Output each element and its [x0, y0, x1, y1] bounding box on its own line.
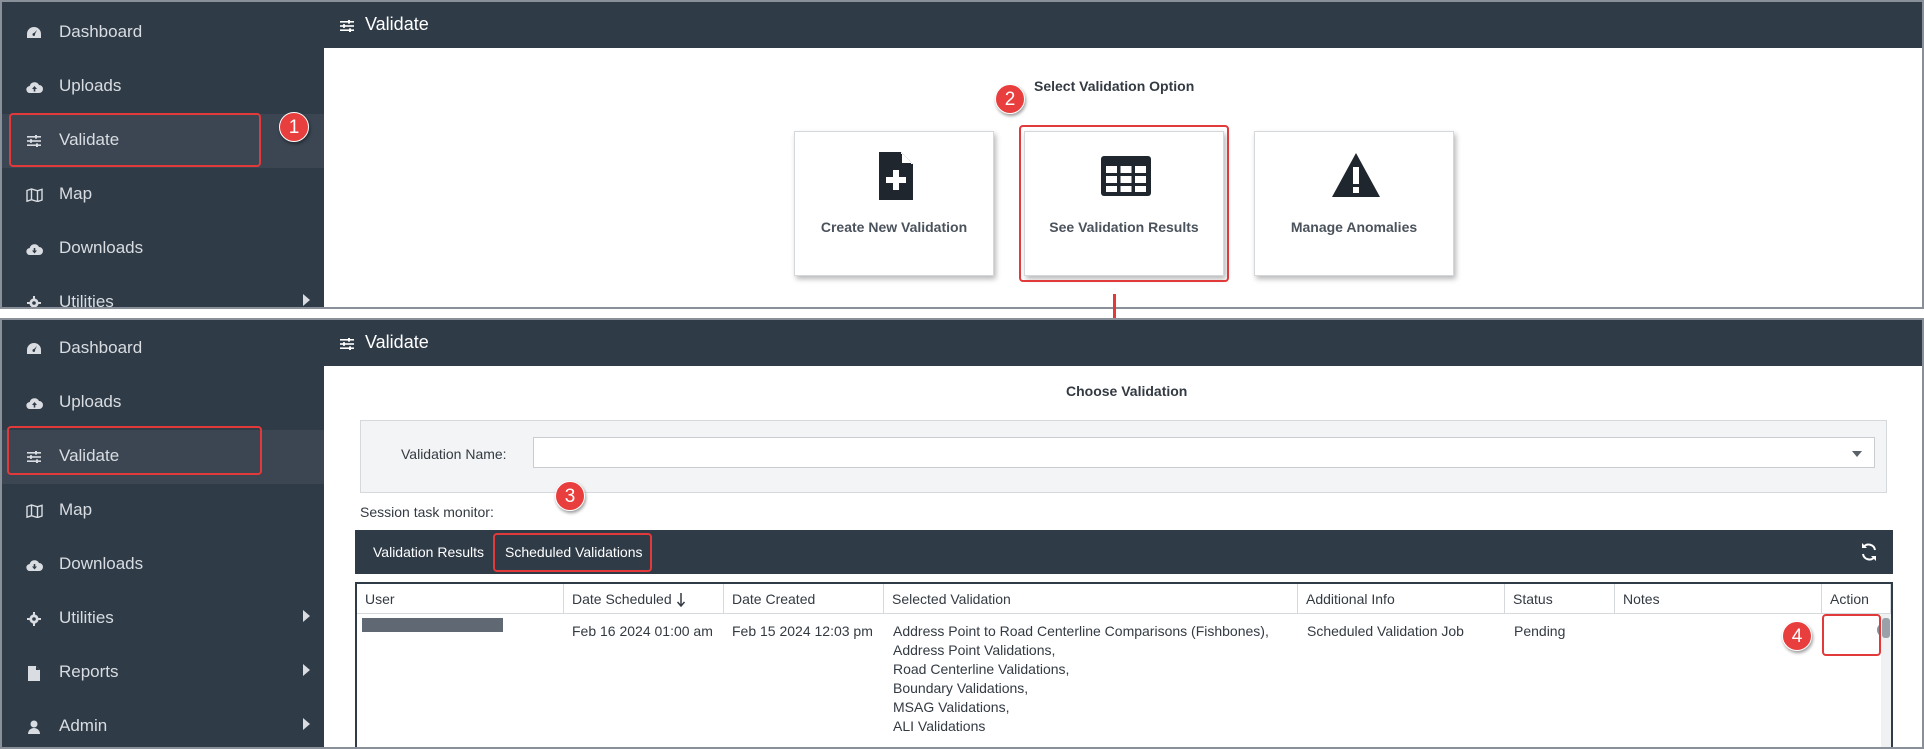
select-option-screen: Dashboard Uploads Validate Map Downloads… — [0, 0, 1924, 309]
cell-status: Pending — [1514, 623, 1566, 639]
column-header-status[interactable]: Status — [1505, 584, 1615, 614]
column-header-user[interactable]: User — [357, 584, 564, 614]
gear-icon — [24, 293, 44, 307]
validation-line: Boundary Validations, — [893, 680, 1029, 696]
sidebar-item-label: Utilities — [59, 292, 114, 309]
callout-action — [1822, 614, 1881, 656]
choose-validation-screen: Dashboard Uploads Validate Map Downloads… — [0, 318, 1924, 749]
cell-date-created: Feb 15 2024 12:03 pm — [732, 623, 873, 639]
sidebar-item-dashboard[interactable]: Dashboard — [2, 322, 324, 376]
validation-filter-panel: Validation Name: — [360, 420, 1887, 493]
column-header-selected-validation[interactable]: Selected Validation — [884, 584, 1298, 614]
scrollbar-thumb[interactable] — [1882, 618, 1890, 638]
sidebar-item-label: Reports — [59, 662, 119, 681]
tab-validation-results[interactable]: Validation Results — [373, 530, 484, 574]
map-icon — [24, 501, 44, 521]
cloud-upload-icon — [24, 393, 44, 413]
sidebar-item-downloads[interactable]: Downloads — [2, 222, 324, 276]
gear-icon — [24, 609, 44, 629]
sidebar-item-dashboard[interactable]: Dashboard — [2, 6, 324, 60]
refresh-icon[interactable] — [1859, 542, 1879, 562]
sidebar-item-downloads[interactable]: Downloads — [2, 538, 324, 592]
create-new-validation-card[interactable]: Create New Validation — [794, 131, 994, 276]
file-plus-icon — [870, 150, 922, 202]
sidebar-item-label: Downloads — [59, 554, 144, 573]
validation-line: Address Point to Road Centerline Compari… — [893, 623, 1269, 639]
page-header: Validate — [324, 2, 1922, 48]
select-option-heading: Select Validation Option — [1034, 78, 1195, 94]
dashboard-icon — [24, 23, 44, 43]
chevron-right-icon — [303, 664, 310, 676]
cloud-upload-icon — [24, 77, 44, 97]
user-icon — [24, 717, 44, 737]
chevron-right-icon — [303, 610, 310, 622]
redacted-user — [362, 618, 503, 632]
session-task-monitor-label: Session task monitor: — [360, 504, 494, 520]
step-badge-4: 4 — [1782, 621, 1812, 651]
validation-name-select[interactable] — [533, 437, 1875, 468]
validation-line: Address Point Validations, — [893, 642, 1056, 658]
sidebar-item-map[interactable]: Map — [2, 168, 324, 222]
sliders-icon — [340, 16, 354, 37]
chevron-right-icon — [303, 294, 310, 306]
step-badge-2: 2 — [995, 84, 1025, 114]
sidebar-item-label: Dashboard — [59, 22, 143, 41]
validation-line: MSAG Validations, — [893, 699, 1010, 715]
card-label: Create New Validation — [820, 219, 968, 235]
validation-line: ALI Validations — [893, 718, 986, 734]
column-header-additional-info[interactable]: Additional Info — [1298, 584, 1505, 614]
sidebar-item-map[interactable]: Map — [2, 484, 324, 538]
cell-additional-info: Scheduled Validation Job — [1307, 623, 1464, 639]
sidebar-item-label: Admin — [59, 716, 108, 735]
page-header: Validate — [324, 320, 1922, 366]
file-icon — [24, 663, 44, 683]
validation-line: Road Centerline Validations, — [893, 661, 1070, 677]
cell-date-scheduled: Feb 16 2024 01:00 am — [572, 623, 713, 639]
column-header-label: Date Scheduled — [572, 591, 672, 607]
dashboard-icon — [24, 339, 44, 359]
map-icon — [24, 185, 44, 205]
warning-icon — [1330, 150, 1382, 202]
chevron-down-icon — [1852, 451, 1862, 457]
page-title: Validate — [365, 332, 429, 352]
step-badge-3: 3 — [555, 481, 585, 511]
sliders-icon — [340, 334, 354, 355]
callout-validate — [7, 426, 262, 475]
callout-see-results — [1019, 125, 1229, 282]
validation-name-label: Validation Name: — [401, 446, 507, 462]
sidebar-item-label: Uploads — [59, 76, 122, 95]
sidebar-item-reports[interactable]: Reports — [2, 646, 324, 700]
sidebar-item-uploads[interactable]: Uploads — [2, 60, 324, 114]
sort-descending-icon — [676, 584, 686, 614]
scheduled-validations-table: User Date Scheduled Date Created Selecte… — [355, 582, 1893, 747]
callout-scheduled-tab — [493, 533, 652, 572]
cloud-download-icon — [24, 239, 44, 259]
cloud-download-icon — [24, 555, 44, 575]
sidebar-item-utilities[interactable]: Utilities — [2, 276, 324, 309]
manage-anomalies-card[interactable]: Manage Anomalies — [1254, 131, 1454, 276]
sidebar-item-uploads[interactable]: Uploads — [2, 376, 324, 430]
cell-selected-validation: Address Point to Road Centerline Compari… — [893, 622, 1269, 736]
sidebar-item-label: Utilities — [59, 608, 114, 627]
column-header-action: Action — [1822, 584, 1891, 614]
sidebar-item-label: Uploads — [59, 392, 122, 411]
column-header-date-scheduled[interactable]: Date Scheduled — [564, 584, 724, 614]
sidebar-item-label: Map — [59, 184, 93, 203]
callout-validate — [9, 113, 261, 167]
card-label: Manage Anomalies — [1290, 219, 1418, 235]
sidebar-item-admin[interactable]: Admin — [2, 700, 324, 747]
page-title: Validate — [365, 14, 429, 34]
column-header-notes[interactable]: Notes — [1615, 584, 1822, 614]
sidebar: Dashboard Uploads Validate Map Downloads… — [2, 320, 324, 747]
sidebar-item-utilities[interactable]: Utilities — [2, 592, 324, 646]
sidebar-item-label: Downloads — [59, 238, 144, 257]
sidebar-item-label: Map — [59, 500, 93, 519]
choose-validation-heading: Choose Validation — [1066, 383, 1188, 399]
step-badge-1: 1 — [279, 112, 309, 142]
chevron-right-icon — [303, 718, 310, 730]
sidebar-item-label: Dashboard — [59, 338, 143, 357]
column-header-date-created[interactable]: Date Created — [724, 584, 884, 614]
